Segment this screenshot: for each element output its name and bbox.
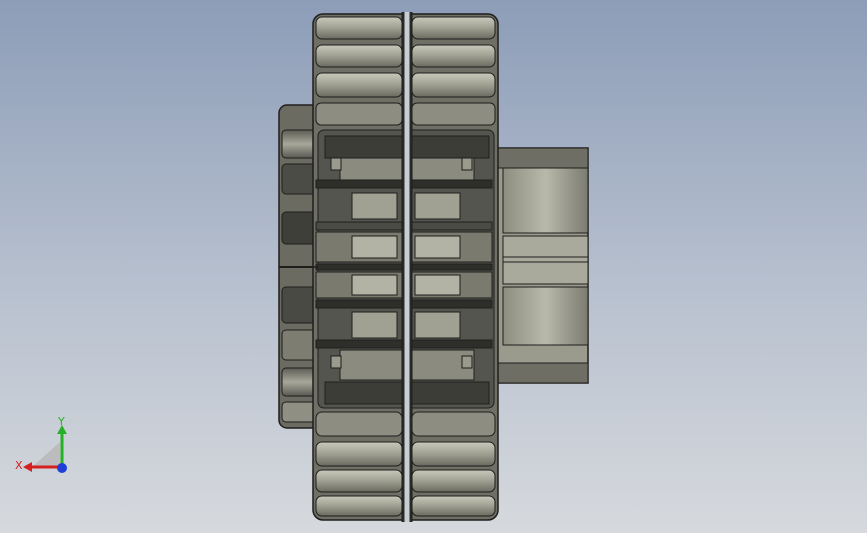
graphics-viewport[interactable]: Y X [0, 0, 867, 533]
x-axis-arrowhead-icon [23, 462, 32, 472]
triad-plane-icon [32, 442, 60, 467]
main-drum [312, 12, 499, 522]
coordinate-triad: Y X [15, 415, 67, 473]
z-axis-dot-icon [57, 463, 67, 473]
coupling-3d-model[interactable] [0, 0, 867, 533]
right-shaft [492, 147, 589, 384]
y-axis-label: Y [57, 415, 65, 428]
x-axis-label: X [15, 459, 23, 472]
